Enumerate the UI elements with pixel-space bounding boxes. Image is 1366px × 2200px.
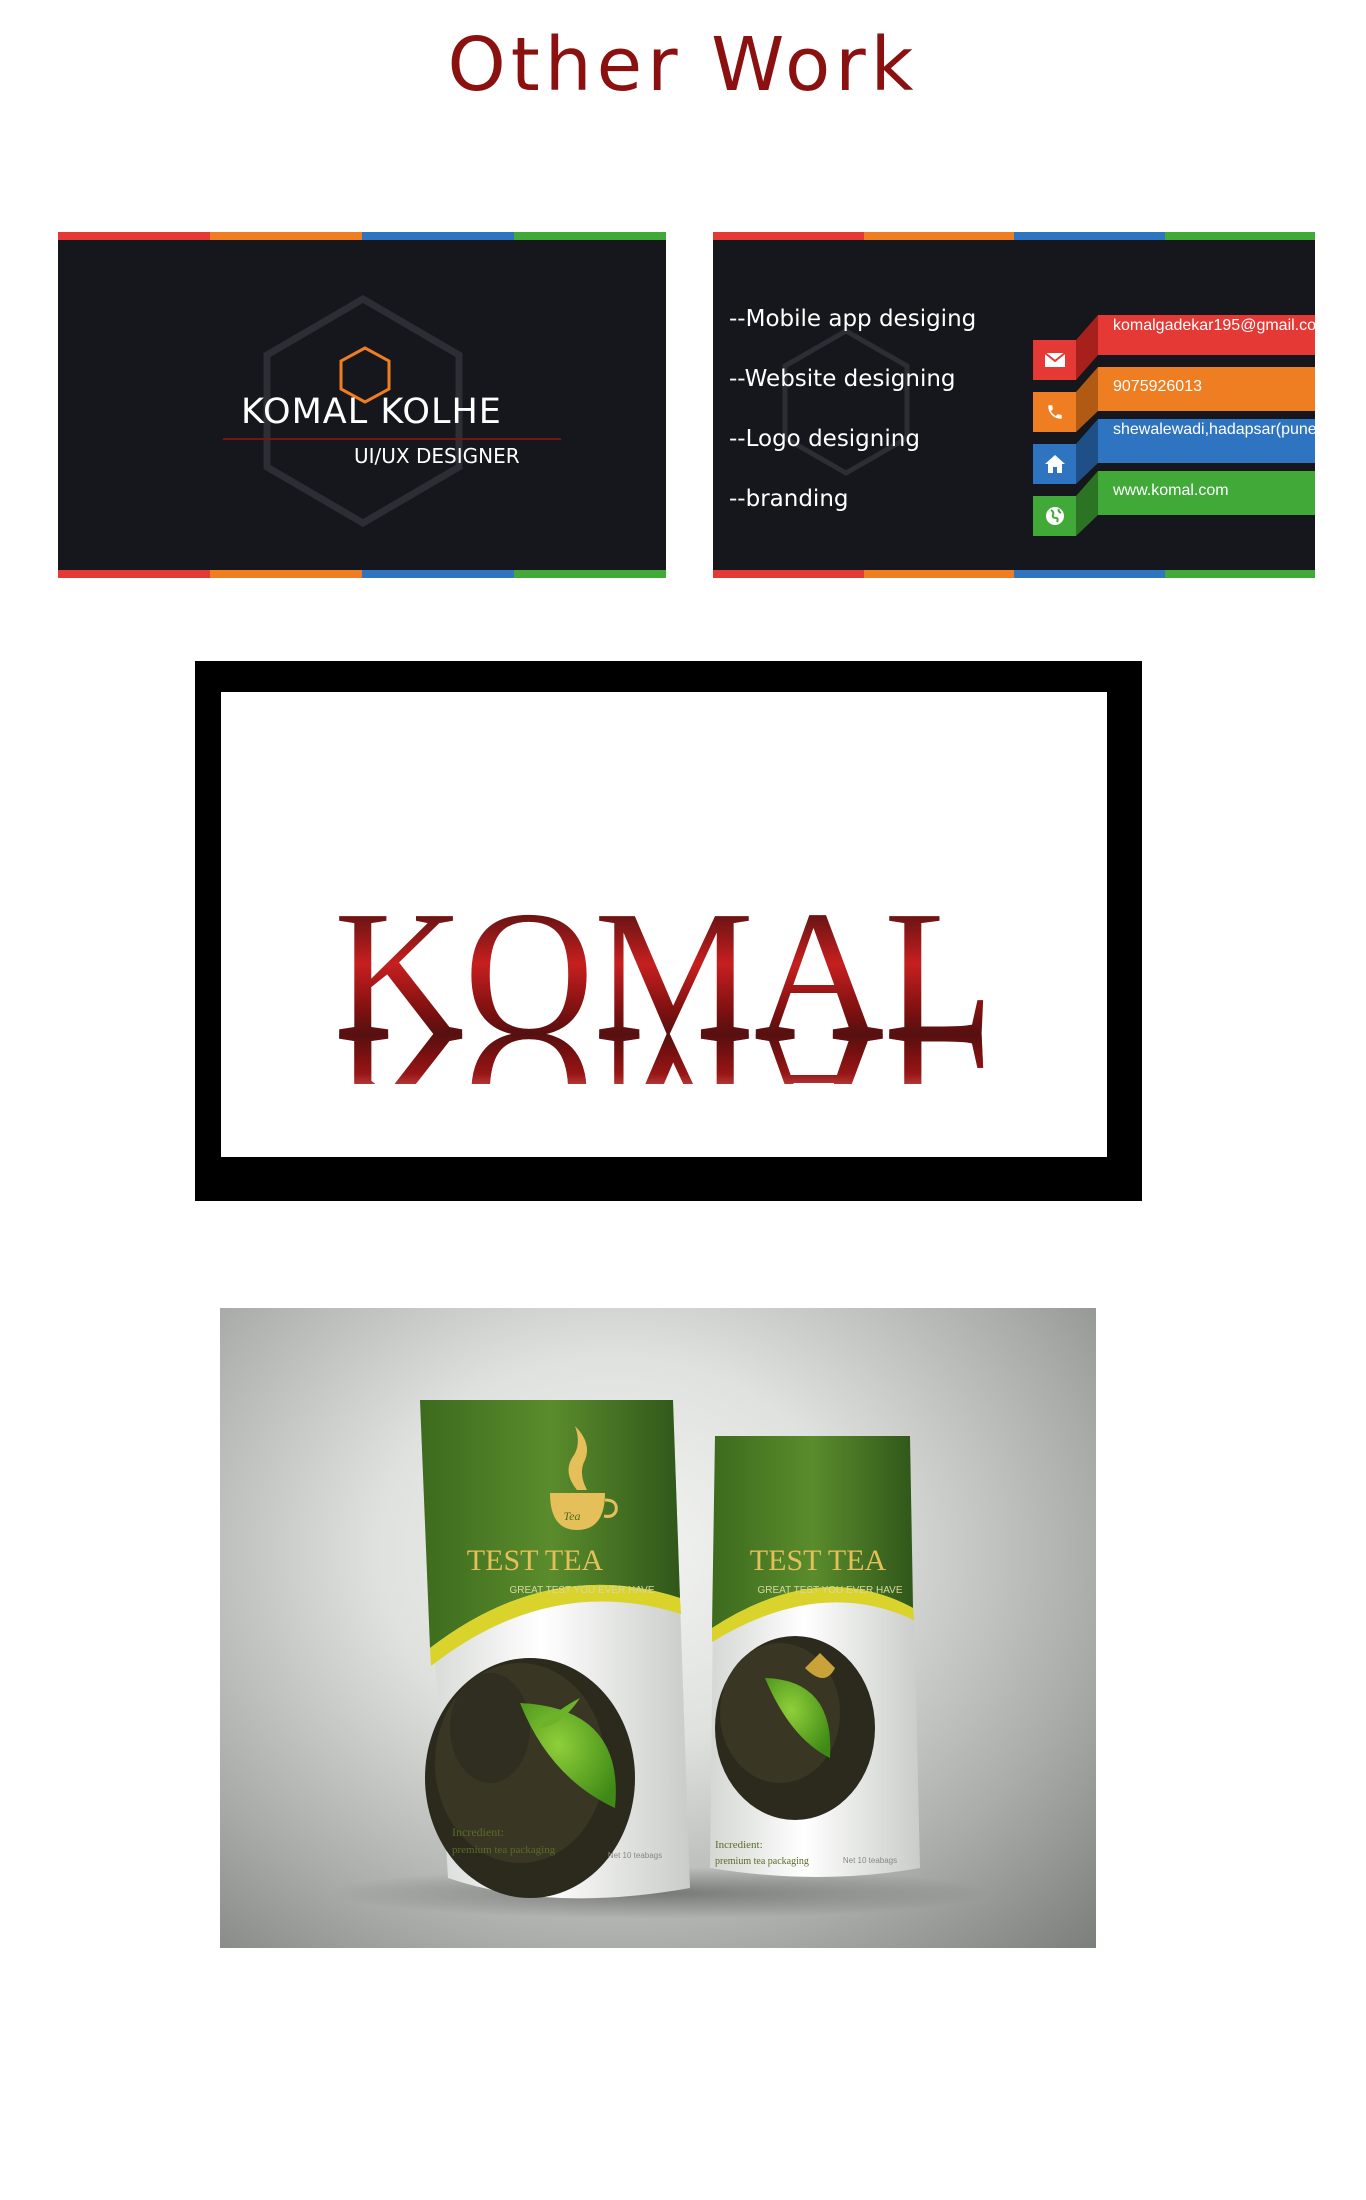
contact-phone-text: 9075926013 xyxy=(1098,367,1315,411)
tea-brand-front: TEST TEA xyxy=(467,1544,604,1577)
tea-ingredient-label-front: Incredient: xyxy=(452,1825,504,1839)
color-stripe-top xyxy=(58,232,666,240)
logo-showcase-frame: KOMAL KOMAL KOMAL xyxy=(195,661,1142,1201)
tea-tagline-front: GREAT TEST YOU EVER HAVE xyxy=(509,1585,654,1596)
tea-net-back: Net 10 teabags xyxy=(843,1856,897,1865)
contact-website-text: www.komal.com xyxy=(1098,471,1315,515)
color-stripe-bottom xyxy=(58,570,666,578)
tea-ingredient-label-back: Incredient: xyxy=(715,1839,763,1851)
card-name: KOMAL KOLHE xyxy=(241,392,502,432)
business-card-back: --Mobile app desiging --Website designin… xyxy=(713,232,1315,578)
globe-icon xyxy=(1033,496,1076,536)
tea-net-front: Net 10 teabags xyxy=(608,1851,662,1860)
tea-packaging-mockup: TEST TEA GREAT TEST YOU EVER HAVE Incred… xyxy=(220,1308,1096,1948)
contact-list: komalgadekar195@gmail.com 9075926013 she… xyxy=(713,232,1315,578)
divider-line xyxy=(223,438,561,440)
tea-ingredient-text-back: premium tea packaging xyxy=(715,1856,809,1867)
contact-address-text: shewalewadi,hadapsar(pune) xyxy=(1098,419,1315,463)
tea-pouch-illustration: TEST TEA GREAT TEST YOU EVER HAVE Incred… xyxy=(330,1400,990,1919)
contact-email-text: komalgadekar195@gmail.com xyxy=(1098,315,1315,355)
komal-logo: KOMAL KOMAL KOMAL xyxy=(221,802,1107,1157)
phone-icon xyxy=(1033,392,1076,432)
page-title: Other Work xyxy=(447,22,919,108)
tea-cup-label: Tea xyxy=(564,1509,581,1523)
tea-ingredient-text-front: premium tea packaging xyxy=(452,1844,556,1856)
business-card-front: KOMAL KOLHE UI/UX DESIGNER xyxy=(58,232,666,578)
home-icon xyxy=(1033,444,1076,484)
color-stripe-bottom xyxy=(713,570,1315,578)
mail-icon xyxy=(1033,340,1076,380)
tea-pouch-back: TEST TEA GREAT TEST YOU EVER HAVE Incred… xyxy=(710,1436,920,1877)
tea-brand-back: TEST TEA xyxy=(750,1544,887,1577)
tea-pouch-front: Tea TEST TEA GREAT TEST YOU EVER HAVE In… xyxy=(420,1400,690,1899)
tea-tagline-back: GREAT TEST YOU EVER HAVE xyxy=(757,1585,902,1596)
logo-canvas: KOMAL KOMAL KOMAL xyxy=(221,692,1107,1157)
card-role: UI/UX DESIGNER xyxy=(354,444,520,468)
